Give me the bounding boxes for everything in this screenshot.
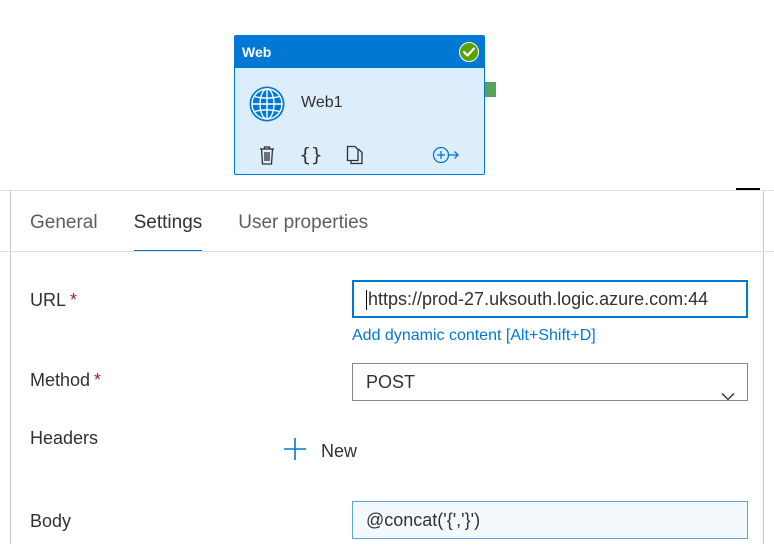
activity-header: Web [235, 36, 484, 68]
method-select[interactable]: POST [352, 363, 748, 401]
activity-actions: {} [235, 142, 484, 168]
tab-user-properties[interactable]: User properties [238, 212, 368, 252]
check-icon [459, 42, 479, 62]
headers-label: Headers [30, 428, 99, 448]
web-activity-node[interactable]: Web Web1 {} [234, 35, 485, 175]
plus-icon [283, 437, 307, 466]
add-output-icon[interactable] [432, 142, 460, 168]
output-connector-handle[interactable] [485, 82, 496, 97]
globe-icon [248, 85, 286, 123]
tab-general[interactable]: General [30, 212, 98, 252]
add-header-button[interactable]: New [283, 436, 357, 466]
url-label: URL * [30, 290, 78, 310]
activity-body: Web1 [235, 68, 484, 140]
copy-icon[interactable] [344, 142, 366, 168]
panel-minimize-handle[interactable] [736, 188, 760, 190]
url-input[interactable]: https://prod-27.uksouth.logic.azure.com:… [352, 280, 748, 318]
properties-tabs: General Settings User properties [30, 212, 404, 252]
add-dynamic-content-link[interactable]: Add dynamic content [Alt+Shift+D] [352, 327, 596, 345]
url-value: https://prod-27.uksouth.logic.azure.com:… [368, 289, 709, 309]
method-value: POST [366, 372, 416, 392]
panel-divider [0, 190, 774, 191]
activity-type-label: Web [242, 44, 272, 60]
tab-settings[interactable]: Settings [133, 212, 202, 252]
method-label: Method * [30, 370, 102, 390]
new-button-label: New [321, 440, 358, 461]
body-label: Body [30, 511, 72, 531]
text-caret [366, 290, 367, 311]
required-marker: * [94, 370, 102, 390]
activity-name: Web1 [301, 94, 343, 111]
chevron-down-icon [721, 377, 735, 400]
code-braces-icon[interactable]: {} [299, 142, 323, 168]
tabs-divider [0, 251, 774, 252]
body-input[interactable]: @concat('{','}') [352, 501, 748, 539]
required-marker: * [70, 290, 78, 310]
delete-icon[interactable] [257, 142, 277, 168]
